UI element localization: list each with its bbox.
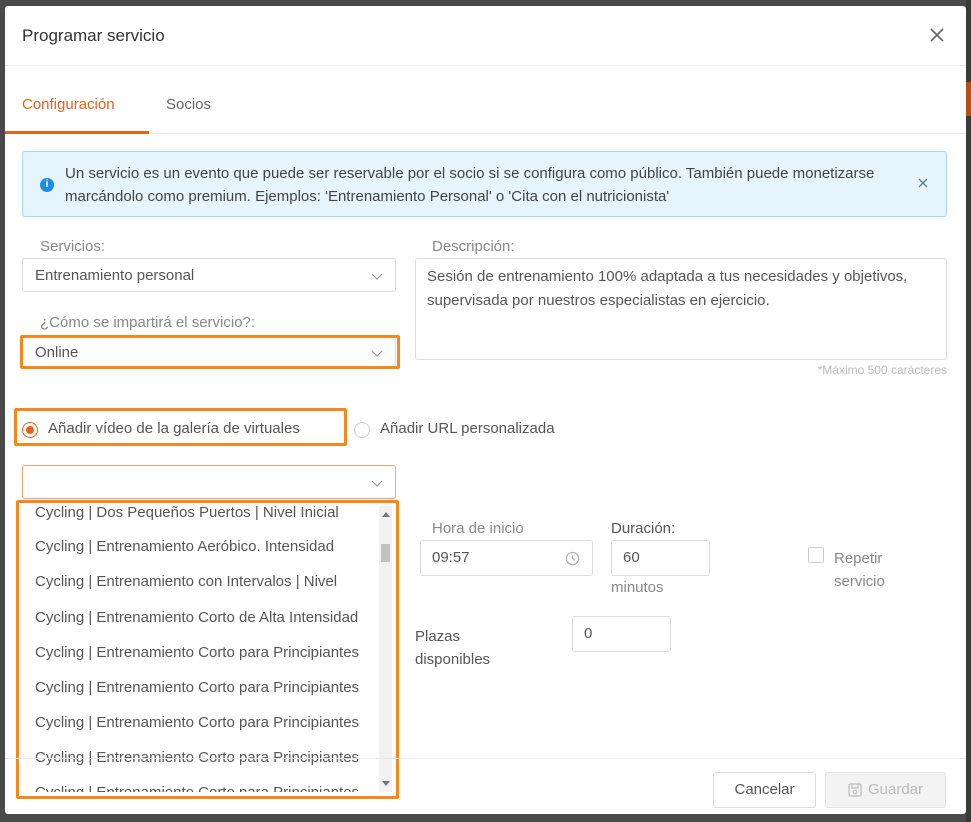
- dropdown-scrollbar[interactable]: [379, 506, 392, 792]
- video-dropdown-list: Cycling | Dos Pequeños Puertos | Nivel I…: [22, 506, 396, 792]
- save-label: Guardar: [867, 781, 924, 798]
- video-select[interactable]: [22, 465, 396, 499]
- tab-configuracion[interactable]: Configuración: [22, 96, 115, 113]
- duracion-label: Duración:: [611, 520, 676, 537]
- servicios-value: Entrenamiento personal: [35, 267, 195, 284]
- plazas-input[interactable]: 0: [572, 616, 671, 652]
- chevron-down-icon: [371, 480, 383, 487]
- radio-url-label[interactable]: Añadir URL personalizada: [380, 420, 555, 437]
- list-item[interactable]: Cycling | Entrenamiento con Intervalos |…: [35, 573, 370, 590]
- close-icon: [918, 178, 928, 188]
- repetir-checkbox[interactable]: [808, 547, 824, 563]
- info-alert: i Un servicio es un evento que puede ser…: [22, 151, 947, 217]
- modal-title: Programar servicio: [22, 26, 165, 45]
- descripcion-textarea[interactable]: Sesión de entrenamiento 100% adaptada a …: [415, 258, 947, 360]
- modo-select[interactable]: Online: [22, 335, 396, 369]
- radio-gallery[interactable]: [22, 422, 38, 438]
- save-button[interactable]: Guardar: [825, 772, 946, 808]
- plazas-label: Plazas disponibles: [415, 628, 491, 668]
- hora-input[interactable]: 09:57: [420, 540, 593, 576]
- backdrop-accent: [966, 82, 971, 116]
- list-item[interactable]: Cycling | Entrenamiento Corto para Princ…: [35, 679, 370, 696]
- active-tab-indicator: [5, 131, 149, 134]
- servicios-select[interactable]: Entrenamiento personal: [22, 258, 396, 292]
- alert-close-button[interactable]: [917, 176, 929, 188]
- tab-bar: Configuración Socios: [5, 66, 966, 134]
- save-icon: [848, 783, 862, 797]
- hora-value: 09:57: [432, 549, 470, 566]
- close-button[interactable]: [928, 26, 946, 44]
- close-icon: [930, 28, 944, 42]
- modal-footer: Cancelar Guardar: [5, 758, 966, 814]
- list-item[interactable]: Cycling | Dos Pequeños Puertos | Nivel I…: [35, 506, 370, 521]
- duracion-unit: minutos: [611, 579, 664, 596]
- radio-url[interactable]: [354, 422, 370, 438]
- hora-label: Hora de inicio: [432, 520, 524, 537]
- backdrop: [966, 0, 971, 822]
- duracion-input[interactable]: 60: [611, 540, 710, 576]
- chevron-down-icon: [371, 350, 383, 357]
- cancel-button[interactable]: Cancelar: [713, 772, 816, 808]
- info-icon: i: [40, 178, 54, 192]
- clock-icon: [565, 551, 580, 566]
- chevron-down-icon: [371, 273, 383, 280]
- alert-text: Un servicio es un evento que puede ser r…: [65, 165, 875, 205]
- tab-socios[interactable]: Socios: [166, 96, 211, 113]
- scroll-thumb[interactable]: [381, 544, 390, 562]
- program-service-modal: Programar servicio Configuración Socios …: [5, 6, 966, 814]
- list-item[interactable]: Cycling | Entrenamiento Corto para Princ…: [35, 714, 370, 731]
- modal-header: Programar servicio: [5, 6, 966, 66]
- modo-value: Online: [35, 344, 79, 361]
- descripcion-label: Descripción:: [432, 238, 515, 255]
- list-item[interactable]: Cycling | Entrenamiento Corto para Princ…: [35, 644, 370, 661]
- scroll-up-icon[interactable]: [382, 512, 390, 517]
- radio-gallery-label[interactable]: Añadir vídeo de la galería de virtuales: [48, 420, 300, 437]
- list-item[interactable]: Cycling | Entrenamiento Aeróbico. Intens…: [35, 538, 370, 555]
- repetir-label[interactable]: Repetir servicio: [834, 547, 914, 593]
- list-item[interactable]: Cycling | Entrenamiento Corto de Alta In…: [35, 609, 370, 626]
- descripcion-hint: *Máximo 500 carácteres: [817, 363, 947, 377]
- servicios-label: Servicios:: [40, 238, 106, 255]
- modo-label: ¿Cómo se impartirá el servicio?:: [40, 314, 256, 331]
